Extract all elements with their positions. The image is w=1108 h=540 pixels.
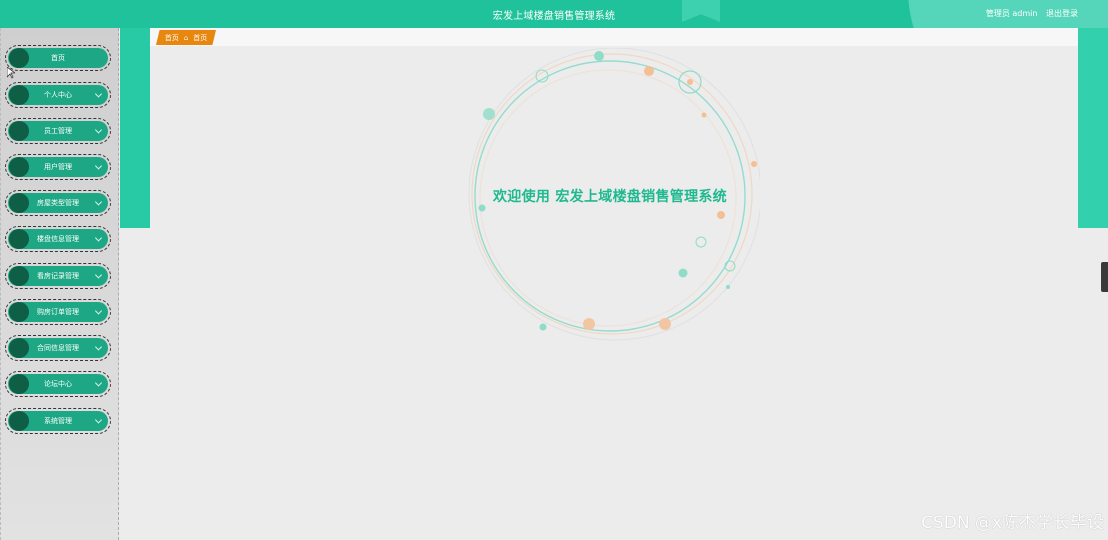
chevron-down-icon (94, 307, 103, 315)
breadcrumb-root[interactable]: 首页 (165, 33, 179, 43)
sidebar-item-profile[interactable]: 个人中心 (5, 82, 111, 108)
content-band-left (120, 28, 150, 228)
cursor-icon (6, 64, 17, 83)
sidebar-item-label: 看房记录管理 (37, 272, 79, 280)
user-area: 管理员 admin 退出登录 (980, 8, 1078, 19)
chevron-down-icon (94, 379, 103, 387)
logout-link[interactable]: 退出登录 (1046, 9, 1078, 18)
chevron-down-icon (94, 162, 103, 170)
sidebar: 首页 个人中心 员工管理 用户管理 房屋类型管理 楼盘信息管理 看房记录管理 购… (0, 28, 119, 540)
sidebar-item-forum[interactable]: 论坛中心 (5, 371, 111, 397)
sidebar-item-label: 论坛中心 (44, 380, 72, 388)
sidebar-item-orders[interactable]: 购房订单管理 (5, 299, 111, 325)
watermark-text: CSDN @x陈杰学长毕设 (921, 513, 1104, 533)
content-band-right (1078, 28, 1108, 228)
sidebar-item-property-info[interactable]: 楼盘信息管理 (5, 226, 111, 252)
chevron-down-icon (94, 416, 103, 424)
menu-dot-icon (9, 266, 29, 286)
chevron-down-icon (94, 90, 103, 98)
sidebar-item-house-types[interactable]: 房屋类型管理 (5, 190, 111, 216)
sidebar-item-label: 购房订单管理 (37, 308, 79, 316)
top-header: 宏发上域楼盘销售管理系统 管理员 admin 退出登录 (0, 0, 1108, 28)
sidebar-item-home[interactable]: 首页 (5, 45, 111, 71)
app-title: 宏发上域楼盘销售管理系统 (492, 11, 616, 22)
menu-dot-icon (9, 157, 29, 177)
sidebar-item-label: 首页 (51, 54, 65, 62)
breadcrumb-current: 首页 (193, 33, 208, 42)
sidebar-item-employees[interactable]: 员工管理 (5, 118, 111, 144)
menu-dot-icon (9, 121, 29, 141)
menu-dot-icon (9, 229, 29, 249)
menu-dot-icon (9, 411, 29, 431)
sidebar-item-label: 员工管理 (44, 127, 72, 135)
menu-dot-icon (9, 374, 29, 394)
sidebar-item-label: 楼盘信息管理 (37, 235, 79, 243)
chevron-down-icon (94, 234, 103, 242)
side-handle[interactable] (1101, 262, 1108, 292)
sidebar-item-viewing-records[interactable]: 看房记录管理 (5, 263, 111, 289)
home-icon: ⌂ (183, 33, 189, 42)
sidebar-item-label: 个人中心 (44, 91, 72, 99)
sidebar-item-label: 合同信息管理 (37, 344, 79, 352)
chevron-down-icon (94, 271, 103, 279)
sidebar-item-users[interactable]: 用户管理 (5, 154, 111, 180)
sidebar-item-contracts[interactable]: 合同信息管理 (5, 335, 111, 361)
chevron-down-icon (94, 343, 103, 351)
user-label[interactable]: 管理员 admin (986, 9, 1038, 18)
sidebar-item-label: 用户管理 (44, 163, 72, 171)
welcome-text: 欢迎使用 宏发上域楼盘销售管理系统 (493, 189, 727, 205)
menu-dot-icon (9, 193, 29, 213)
welcome-graphic: 欢迎使用 宏发上域楼盘销售管理系统 (460, 48, 760, 343)
chevron-down-icon (94, 126, 103, 134)
menu-dot-icon (9, 302, 29, 322)
menu-dot-icon (9, 338, 29, 358)
sidebar-item-system[interactable]: 系统管理 (5, 408, 111, 434)
chevron-down-icon (94, 198, 103, 206)
sidebar-item-label: 系统管理 (44, 417, 72, 425)
menu-dot-icon (9, 85, 29, 105)
sidebar-item-label: 房屋类型管理 (37, 199, 79, 207)
breadcrumb-bar (150, 28, 1078, 46)
breadcrumb: 首页 ⌂ 首页 (156, 30, 216, 45)
